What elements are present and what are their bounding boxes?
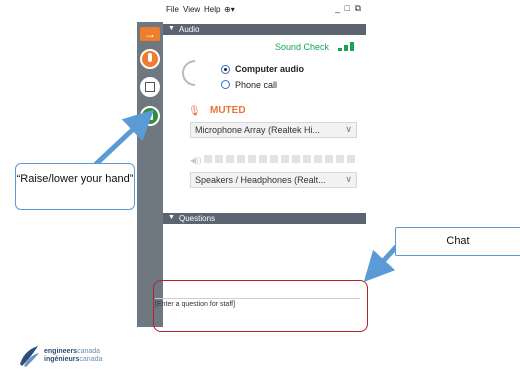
engineers-canada-logo: engineerscanada ingénieurscanada [18, 342, 118, 370]
logo-line-2: ingénieurscanada [44, 356, 103, 363]
chat-callout: Chat [395, 227, 520, 256]
leaf-logo-icon [20, 346, 39, 367]
logo-line-1: engineerscanada [44, 348, 101, 355]
raise-hand-callout: “Raise/lower your hand” [15, 163, 135, 210]
raise-hand-arrow [93, 109, 154, 167]
